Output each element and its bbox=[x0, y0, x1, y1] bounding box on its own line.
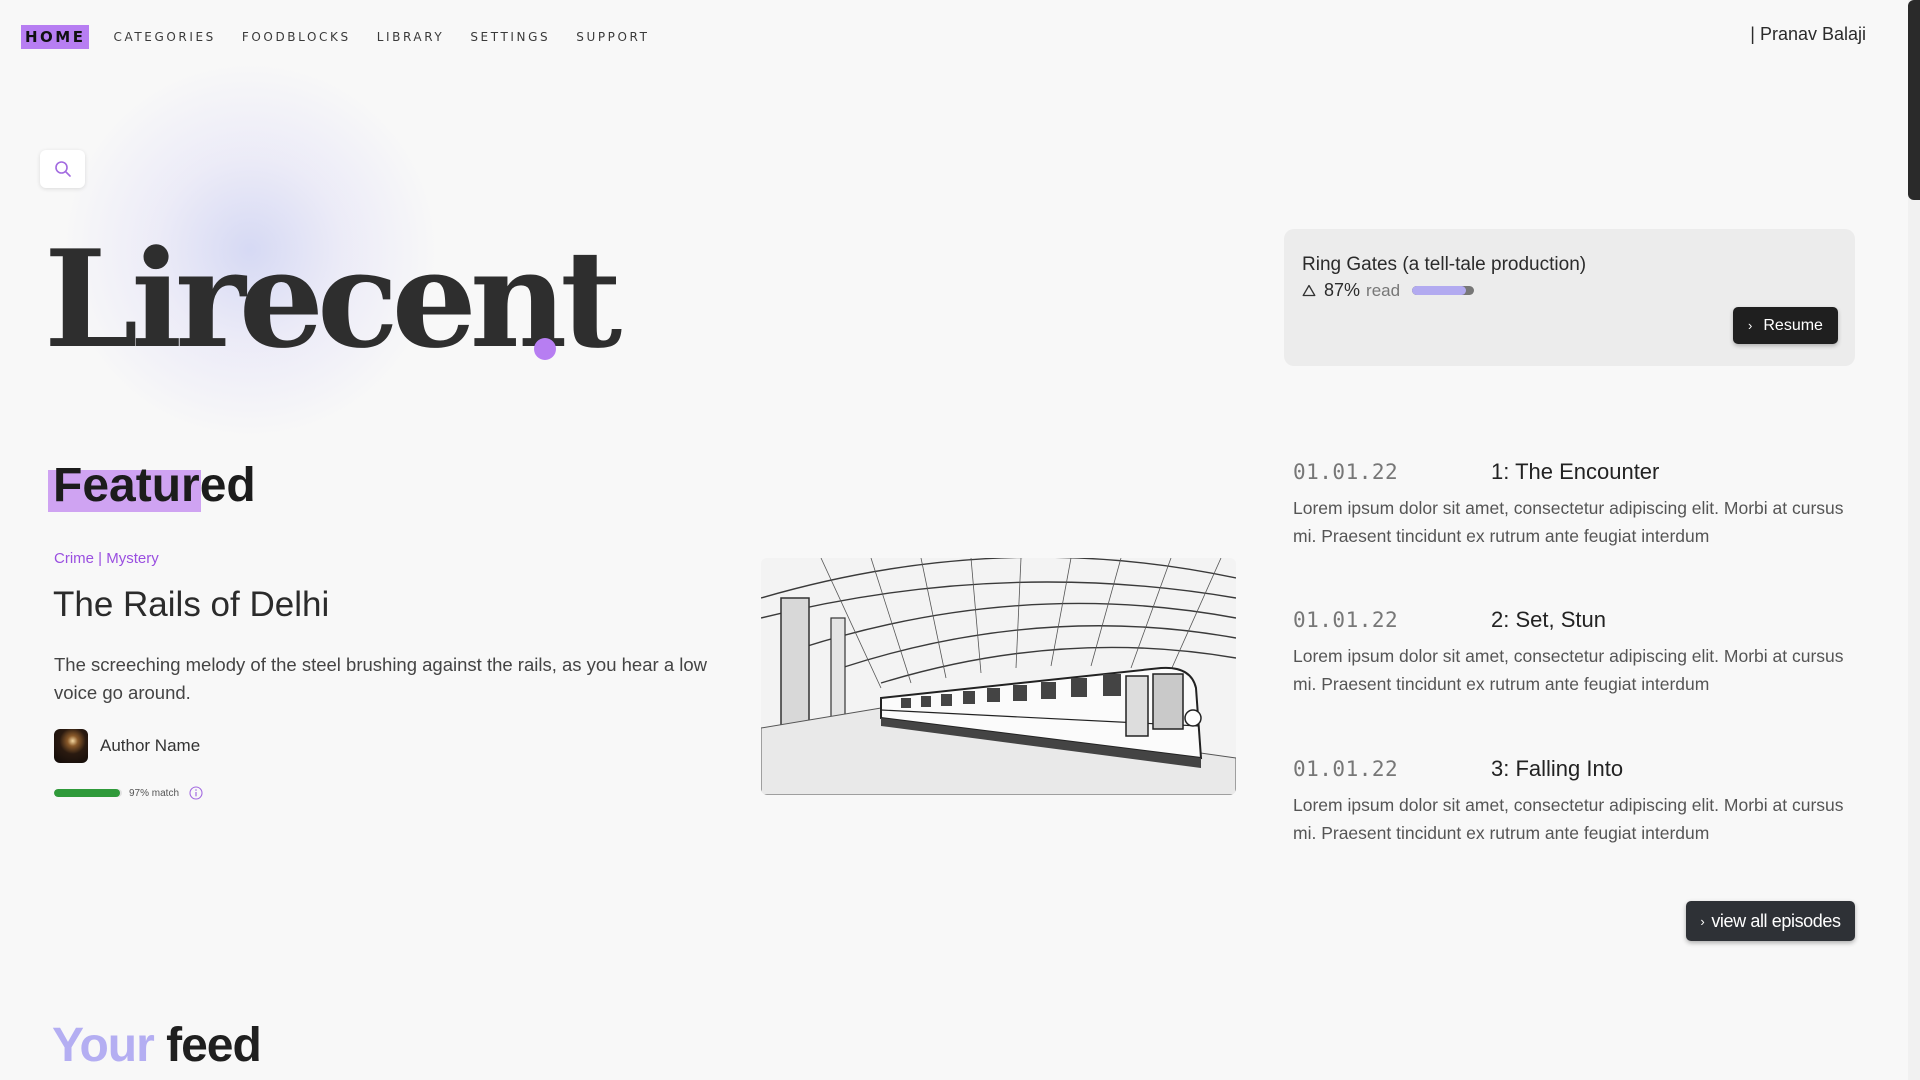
nav-foodblocks[interactable]: FOODBLOCKS bbox=[242, 30, 351, 44]
scrollbar-thumb[interactable] bbox=[1908, 0, 1920, 200]
continue-reading-progress: 87% read bbox=[1302, 280, 1475, 301]
story-genres[interactable]: Crime | Mystery bbox=[54, 550, 159, 567]
progress-percent: 87% bbox=[1324, 280, 1361, 300]
match-row: 97% match bbox=[54, 786, 203, 800]
chevron-right-icon: › bbox=[1700, 913, 1705, 929]
metro-train-sketch bbox=[761, 558, 1236, 795]
search-button[interactable] bbox=[40, 150, 85, 188]
progress-bar bbox=[1412, 286, 1475, 295]
resume-button[interactable]: › Resume bbox=[1733, 307, 1838, 344]
story-title[interactable]: The Rails of Delhi bbox=[53, 585, 329, 625]
continue-reading-title[interactable]: Ring Gates (a tell-tale production) bbox=[1302, 254, 1586, 276]
avatar bbox=[54, 729, 88, 763]
resume-button-label: Resume bbox=[1763, 316, 1823, 334]
story-description: The screeching melody of the steel brush… bbox=[54, 654, 708, 703]
episode-description: Lorem ipsum dolor sit amet, consectetur … bbox=[1293, 795, 1844, 843]
top-nav: HOME CATEGORIES FOODBLOCKS LIBRARY SETTI… bbox=[21, 24, 676, 50]
episode-date: 01.01.22 bbox=[1293, 757, 1399, 781]
author-name: Author Name bbox=[100, 736, 201, 755]
author-row[interactable]: Author Name bbox=[54, 729, 200, 763]
search-icon bbox=[54, 161, 71, 177]
featured-image[interactable] bbox=[761, 558, 1236, 795]
progress-bar-fill bbox=[1412, 286, 1466, 295]
nav-home[interactable]: HOME bbox=[21, 25, 90, 49]
match-bar bbox=[54, 789, 122, 797]
episode-date: 01.01.22 bbox=[1293, 460, 1399, 484]
episode-title[interactable]: 1: The Encounter bbox=[1491, 459, 1659, 485]
scrollbar[interactable] bbox=[1908, 0, 1920, 1080]
episode-title[interactable]: 3: Falling Into bbox=[1491, 756, 1623, 782]
match-label: 97% match bbox=[129, 787, 180, 799]
nav-library[interactable]: LIBRARY bbox=[377, 30, 445, 44]
episode-date: 01.01.22 bbox=[1293, 608, 1399, 632]
continue-reading-card: Ring Gates (a tell-tale production) 87% … bbox=[1284, 229, 1855, 366]
triangle-icon bbox=[1302, 284, 1316, 297]
feed-heading-word-2: feed bbox=[166, 1019, 262, 1072]
episode-description: Lorem ipsum dolor sit amet, consectetur … bbox=[1293, 646, 1844, 694]
brand-dot bbox=[534, 338, 556, 360]
nav-settings[interactable]: SETTINGS bbox=[470, 30, 550, 44]
info-icon[interactable] bbox=[189, 786, 203, 800]
nav-categories[interactable]: CATEGORIES bbox=[113, 30, 215, 44]
feed-heading: Your feed bbox=[52, 1018, 262, 1073]
match-bar-fill bbox=[54, 789, 120, 797]
feed-heading-word-1: Your bbox=[52, 1019, 155, 1072]
user-name[interactable]: | Pranav Balaji bbox=[1750, 24, 1866, 45]
view-all-episodes-button[interactable]: › view all episodes bbox=[1686, 901, 1855, 941]
nav-support[interactable]: SUPPORT bbox=[576, 30, 649, 44]
view-all-label: view all episodes bbox=[1711, 910, 1841, 931]
episode-title[interactable]: 2: Set, Stun bbox=[1491, 607, 1606, 633]
chevron-right-icon: › bbox=[1748, 318, 1753, 333]
brand-logo: Lirecent bbox=[44, 220, 622, 378]
episode-description: Lorem ipsum dolor sit amet, consectetur … bbox=[1293, 498, 1844, 546]
featured-heading: Featured bbox=[53, 459, 256, 512]
progress-suffix: read bbox=[1366, 280, 1401, 300]
